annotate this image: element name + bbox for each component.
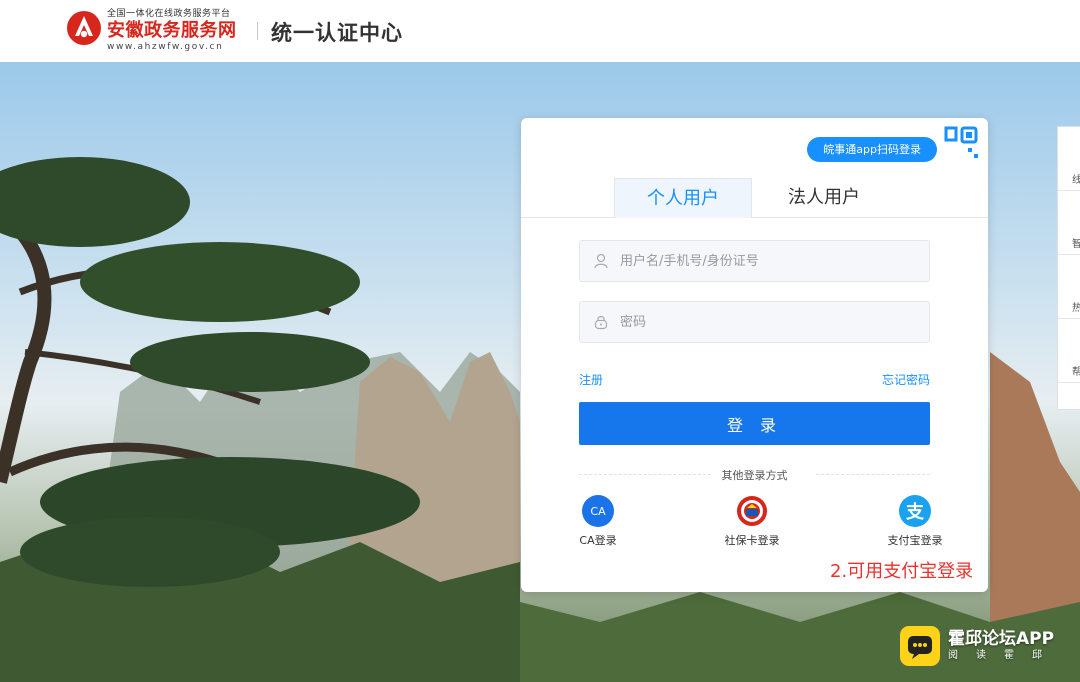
sidebar-item-3[interactable]: 热 xyxy=(1058,255,1080,319)
sidebar-item-1[interactable]: 线 xyxy=(1058,127,1080,191)
social-security-login-option[interactable]: 社保卡登录 xyxy=(712,495,792,548)
user-icon xyxy=(594,253,608,269)
logo-text-block[interactable]: 全国一体化在线政务服务平台 安徽政务服务网 www.ahzwfw.gov.cn xyxy=(107,9,237,53)
sidebar-item-4[interactable]: 帮 xyxy=(1058,319,1080,383)
logo-tagline: 全国一体化在线政务服务平台 xyxy=(107,9,231,19)
divider-right xyxy=(816,474,930,475)
sidebar-item-2[interactable]: 智 xyxy=(1058,191,1080,255)
username-field[interactable] xyxy=(579,240,930,282)
forum-app-icon xyxy=(900,626,940,666)
other-login-title: 其他登录方式 xyxy=(721,469,788,482)
login-button[interactable]: 登 录 xyxy=(579,402,930,445)
page-title: 统一认证中心 xyxy=(271,21,403,45)
site-logo-icon[interactable] xyxy=(66,10,102,46)
qr-login-button[interactable]: 皖事通app扫码登录 xyxy=(807,137,937,162)
logo-url: www.ahzwfw.gov.cn xyxy=(107,42,224,52)
ca-login-option[interactable]: CA CA登录 xyxy=(558,495,638,548)
header-divider xyxy=(257,22,258,40)
alipay-login-label: 支付宝登录 xyxy=(887,534,943,547)
ca-login-label: CA登录 xyxy=(579,534,617,547)
watermark-title: 霍邱论坛APP xyxy=(948,629,1055,649)
right-sidebar: 线 智 热 帮 xyxy=(1057,126,1080,410)
username-input[interactable] xyxy=(620,241,920,281)
password-input[interactable] xyxy=(620,302,920,342)
top-header: 全国一体化在线政务服务平台 安徽政务服务网 www.ahzwfw.gov.cn … xyxy=(0,0,1080,62)
watermark-badge: 霍邱论坛APP 阅读霍邱 xyxy=(900,626,1060,666)
social-security-login-label: 社保卡登录 xyxy=(724,534,780,547)
password-field[interactable] xyxy=(579,301,930,343)
ca-icon: CA xyxy=(582,495,614,527)
alipay-login-option[interactable]: 支 支付宝登录 xyxy=(875,495,955,548)
tab-legal-user[interactable]: 法人用户 xyxy=(754,178,894,218)
lock-icon xyxy=(594,316,608,330)
watermark-subtitle: 阅读霍邱 xyxy=(948,650,1060,661)
register-link[interactable]: 注册 xyxy=(579,371,603,388)
user-type-tabs: 个人用户 法人用户 xyxy=(521,178,988,218)
qr-code-icon[interactable] xyxy=(942,124,982,164)
forgot-password-link[interactable]: 忘记密码 xyxy=(882,371,930,388)
tab-personal-user[interactable]: 个人用户 xyxy=(614,178,752,218)
login-card: 皖事通app扫码登录 个人用户 法人用户 注册 忘记密码 登 录 其他登录方式 … xyxy=(521,118,988,592)
logo-name: 安徽政务服务网 xyxy=(107,20,237,41)
social-security-card-icon xyxy=(736,495,768,527)
alipay-icon: 支 xyxy=(899,495,931,527)
annotation-text: 2.可用支付宝登录 xyxy=(830,561,974,582)
